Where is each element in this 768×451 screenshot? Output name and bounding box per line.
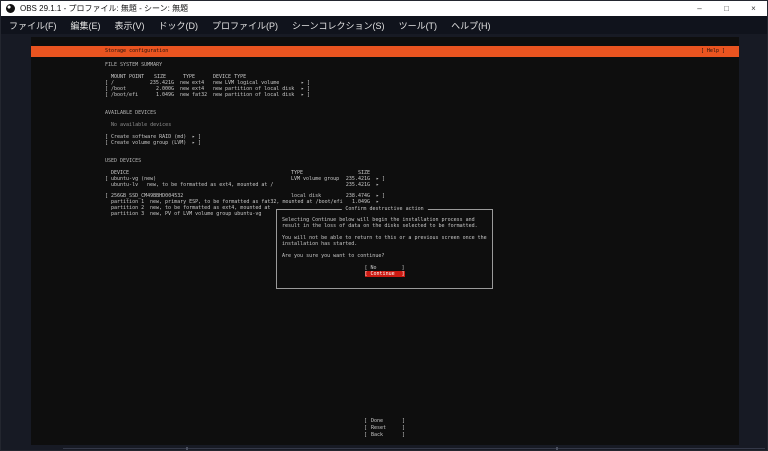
more-arrow-icon: ▸ (376, 182, 380, 188)
dialog-title: Confirm destructive action (341, 206, 428, 213)
lv-row[interactable]: ubuntu-lv new, to be formatted as ext4, … (105, 182, 379, 188)
bracket-open: [ (364, 271, 368, 277)
bracket-open: [ (105, 92, 109, 98)
device-type: new partition of local disk (213, 92, 295, 98)
bracket-open: [ (364, 432, 368, 438)
size: 235.421G (345, 182, 370, 188)
menu-view[interactable]: 表示(V) (115, 19, 145, 32)
menu-scene-collection[interactable]: シーンコレクション(S) (292, 19, 385, 32)
menu-help[interactable]: ヘルプ(H) (451, 19, 491, 32)
bracket-open: [ (364, 425, 368, 431)
dock-splitter-handle[interactable] (556, 447, 558, 450)
create-vg-button[interactable]: [ Create volume group (LVM) ▸ ] (105, 140, 201, 146)
maximize-button[interactable]: □ (713, 1, 740, 16)
button-label: Continue (370, 271, 395, 277)
dialog-paragraph: Selecting Continue below will begin the … (282, 217, 478, 229)
bracket-open: [ (364, 418, 368, 424)
menu-tools[interactable]: ツール(T) (399, 19, 438, 32)
device-name: ubuntu-lv (111, 182, 139, 188)
reset-button[interactable]: [ Reset ] (364, 425, 405, 431)
button-label: Back (371, 432, 384, 438)
window-controls: – □ × (686, 1, 767, 16)
dialog-paragraph: Are you sure you want to continue? (282, 253, 385, 259)
size: 1.049G (155, 92, 174, 98)
window-title: OBS 29.1.1 - プロファイル: 無題 - シーン: 無題 (20, 4, 189, 13)
obs-logo-icon (6, 4, 15, 13)
done-button[interactable]: [ Done ] (364, 418, 405, 424)
more-arrow-icon: ▸ ] (301, 92, 311, 98)
more-arrow-icon: ▸ ] (192, 140, 202, 146)
more-arrow-icon: ▸ (376, 199, 380, 205)
available-devices-heading: AVAILABLE DEVICES (105, 110, 157, 116)
bracket-close: ] (401, 418, 405, 424)
dialog-buttons: [ No ] [ Continue ] (282, 265, 487, 277)
partition-name: partition 3 (111, 211, 145, 217)
fs-summary-heading: FILE SYSTEM SUMMARY (105, 62, 163, 68)
window-titlebar: OBS 29.1.1 - プロファイル: 無題 - シーン: 無題 – □ × (1, 1, 767, 16)
help-button[interactable]: [ Help ] (701, 46, 725, 57)
button-label: Create volume group (LVM) (111, 140, 187, 146)
minimize-button[interactable]: – (686, 1, 713, 16)
dock-splitter-handle[interactable] (186, 447, 188, 450)
fs-type: new fat32 (180, 92, 208, 98)
partition-desc: new, PV of LVM volume group ubuntu-vg (150, 211, 262, 217)
confirm-dialog: Confirm destructive action Selecting Con… (276, 206, 493, 289)
bracket-close: ] (401, 425, 405, 431)
dock-divider (63, 448, 765, 449)
close-button[interactable]: × (740, 1, 767, 16)
bracket-open: [ (105, 140, 109, 146)
dialog-paragraph: You will not be able to return to this o… (282, 235, 487, 247)
size: 1.049G (351, 199, 370, 205)
menubar: ファイル(F) 編集(E) 表示(V) ドック(D) プロファイル(P) シーン… (1, 16, 767, 34)
menu-file[interactable]: ファイル(F) (9, 19, 57, 32)
menu-profile[interactable]: プロファイル(P) (212, 19, 278, 32)
back-button[interactable]: [ Back ] (364, 432, 405, 438)
menu-edit[interactable]: 編集(E) (71, 19, 101, 32)
installer-terminal: Storage configuration [ Help ] FILE SYST… (31, 37, 739, 445)
continue-button[interactable]: [ Continue ] (364, 271, 405, 277)
menu-docks[interactable]: ドック(D) (159, 19, 199, 32)
bracket-close: ] (401, 432, 405, 438)
used-devices-heading: USED DEVICES (105, 158, 142, 164)
button-label: Done (371, 418, 384, 424)
dialog-body: Selecting Continue below will begin the … (277, 210, 492, 277)
bracket-close: ] (401, 271, 405, 277)
partition-row[interactable]: partition 3 new, PV of LVM volume group … (105, 211, 261, 217)
button-label: Reset (371, 425, 387, 431)
fs-row-boot-efi[interactable]: [ /boot/efi 1.049G new fat32 new partiti… (105, 92, 310, 98)
installer-header-bar: Storage configuration [ Help ] (31, 46, 739, 57)
no-available-devices-text: No available devices (111, 122, 172, 128)
device-desc: new, to be formatted as ext4, mounted at… (147, 182, 274, 188)
obs-window: { "window": { "title": "OBS 29.1.1 - プロフ… (0, 0, 768, 451)
installer-title: Storage configuration (105, 48, 169, 54)
